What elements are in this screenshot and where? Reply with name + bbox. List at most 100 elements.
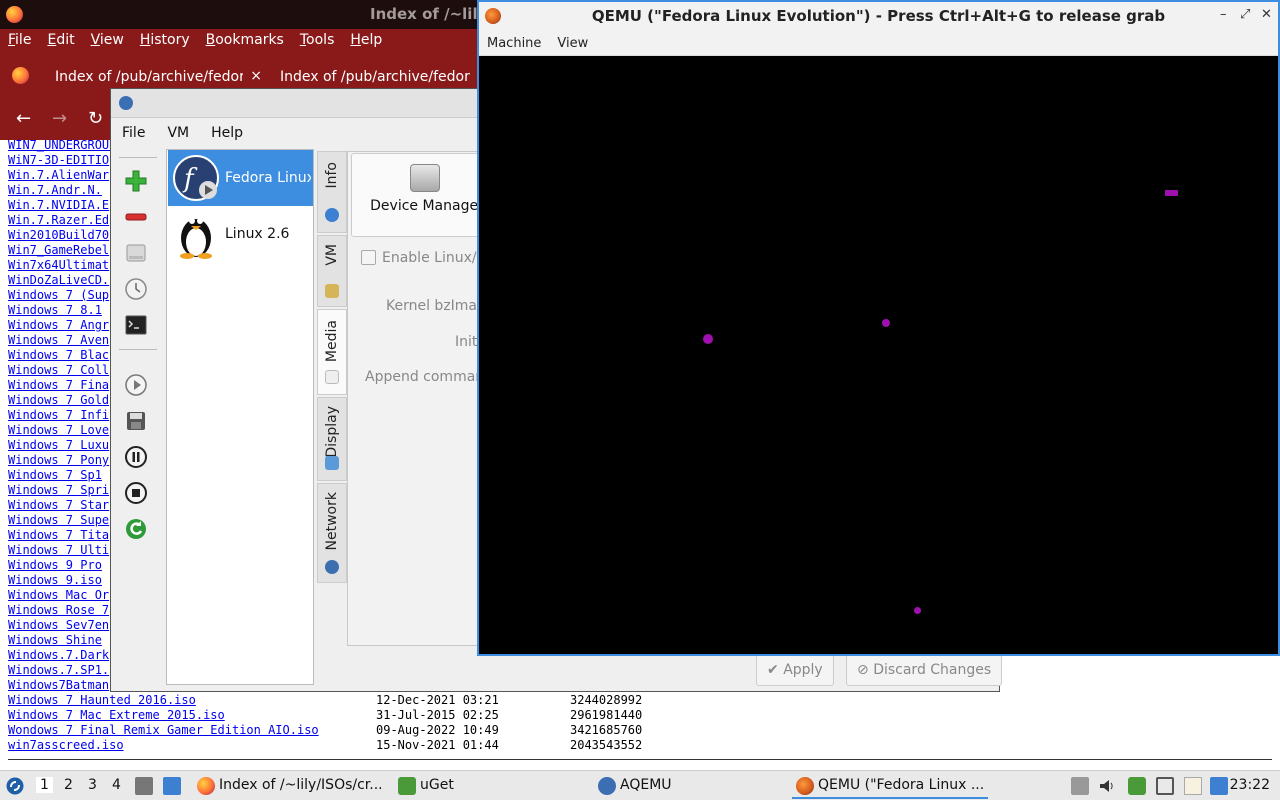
- file-link[interactable]: Windows 7 Tita: [8, 528, 109, 542]
- reset-icon[interactable]: [124, 517, 148, 541]
- network-icon[interactable]: [1156, 777, 1174, 795]
- menu-view[interactable]: View: [83, 29, 132, 54]
- apply-button[interactable]: ✔ Apply: [756, 654, 834, 686]
- show-desktop-icon[interactable]: [163, 777, 181, 795]
- enable-linux-boot-checkbox[interactable]: [361, 250, 376, 265]
- workspace-3[interactable]: 3: [88, 777, 97, 793]
- close-icon[interactable]: ✕: [1261, 7, 1272, 22]
- file-link[interactable]: Windows 7 Blac: [8, 348, 109, 362]
- play-icon[interactable]: [124, 373, 148, 397]
- add-vm-icon[interactable]: [124, 169, 148, 193]
- file-link[interactable]: Windows 7 Fina: [8, 378, 109, 392]
- file-link[interactable]: Windows.7.SP1.: [8, 663, 109, 677]
- file-manager-icon[interactable]: [135, 777, 153, 795]
- file-link[interactable]: Windows 9 Pro: [8, 558, 102, 572]
- file-link[interactable]: WinDoZaLiveCD.: [8, 273, 109, 287]
- file-link[interactable]: win7asscreed.iso: [8, 738, 124, 752]
- menu-view[interactable]: View: [549, 30, 596, 55]
- file-link[interactable]: Windows 9.iso: [8, 573, 102, 587]
- volume-icon[interactable]: [1098, 777, 1116, 795]
- task-aqemu[interactable]: AQEMU: [594, 773, 784, 799]
- minimize-icon[interactable]: –: [1220, 7, 1227, 22]
- file-link[interactable]: WiN7-3D-EDITIO: [8, 153, 109, 167]
- file-link[interactable]: Windows 7 Aven: [8, 333, 109, 347]
- terminal-icon[interactable]: [124, 313, 148, 337]
- workspace-2[interactable]: 2: [64, 777, 73, 793]
- task-qemu[interactable]: QEMU ("Fedora Linux ...: [792, 773, 988, 799]
- menu-vm[interactable]: VM: [156, 118, 200, 148]
- file-link[interactable]: Windows 7 Gold: [8, 393, 109, 407]
- tab-vm[interactable]: VM: [317, 235, 347, 307]
- tab-display[interactable]: Display: [317, 397, 347, 481]
- firefox-view-icon[interactable]: [12, 67, 29, 84]
- start-menu-icon[interactable]: [6, 777, 24, 795]
- remove-vm-icon[interactable]: [124, 205, 148, 229]
- menu-help[interactable]: Help: [200, 118, 254, 148]
- notes-icon[interactable]: [1184, 777, 1202, 795]
- file-link[interactable]: Windows 7 Haunted 2016.iso: [8, 693, 196, 707]
- file-link[interactable]: Windows 7 8.1: [8, 303, 102, 317]
- tab-info[interactable]: Info: [317, 151, 347, 233]
- workspace-1[interactable]: 1: [36, 777, 53, 793]
- file-link[interactable]: Windows 7 Star: [8, 498, 109, 512]
- vm-display[interactable]: [479, 56, 1278, 654]
- clipboard-icon[interactable]: [1071, 777, 1089, 795]
- file-link[interactable]: Windows.7.Dark: [8, 648, 109, 662]
- pause-icon[interactable]: [124, 445, 148, 469]
- file-link[interactable]: Windows 7 Love: [8, 423, 109, 437]
- file-link[interactable]: Windows Sev7en: [8, 618, 109, 632]
- menu-history[interactable]: History: [132, 29, 198, 54]
- hard-disk-icon[interactable]: [124, 241, 148, 265]
- workspace-4[interactable]: 4: [112, 777, 121, 793]
- file-link[interactable]: Windows 7 Angr: [8, 318, 109, 332]
- menu-tools[interactable]: Tools: [292, 29, 343, 54]
- task-uget[interactable]: uGet: [394, 773, 584, 799]
- file-link[interactable]: Windows 7 Pony: [8, 453, 109, 467]
- file-link[interactable]: Windows7Batman: [8, 678, 109, 692]
- menu-bookmarks[interactable]: Bookmarks: [198, 29, 292, 54]
- updates-icon[interactable]: [1210, 777, 1228, 795]
- menu-file[interactable]: File: [111, 118, 156, 148]
- menu-machine[interactable]: Machine: [479, 30, 549, 55]
- file-link[interactable]: Windows 7 Mac Extreme 2015.iso: [8, 708, 225, 722]
- qemu-titlebar[interactable]: QEMU ("Fedora Linux Evolution") - Press …: [479, 2, 1278, 30]
- file-link[interactable]: WIN7_UNDERGROUN: [8, 138, 116, 152]
- reload-icon[interactable]: ↻: [88, 108, 103, 129]
- vm-list-item-fedora[interactable]: f Fedora Linux Evolution: [168, 150, 313, 206]
- tab-media[interactable]: Media: [317, 309, 347, 395]
- file-link[interactable]: Windows 7 Ulti: [8, 543, 109, 557]
- menu-file[interactable]: File: [0, 29, 39, 54]
- tab-close-icon[interactable]: ×: [250, 68, 262, 84]
- file-link[interactable]: Win7_GameRebel: [8, 243, 109, 257]
- tab-network[interactable]: Network: [317, 483, 347, 583]
- file-link[interactable]: Windows Mac Or: [8, 588, 109, 602]
- save-icon[interactable]: [124, 409, 148, 433]
- file-link[interactable]: Win7x64Ultimat: [8, 258, 109, 272]
- file-link[interactable]: Win.7.AlienWar: [8, 168, 109, 182]
- back-arrow-icon[interactable]: ←: [16, 108, 31, 129]
- maximize-icon[interactable]: ⤢: [1240, 7, 1250, 22]
- task-firefox[interactable]: Index of /~lily/ISOs/cr...: [193, 773, 385, 799]
- file-link[interactable]: Windows 7 Spri: [8, 483, 109, 497]
- menu-help[interactable]: Help: [342, 29, 390, 54]
- file-link[interactable]: Windows 7 Coll: [8, 363, 109, 377]
- menu-edit[interactable]: Edit: [39, 29, 82, 54]
- file-link[interactable]: Win.7.Razer.Ed: [8, 213, 109, 227]
- file-link[interactable]: Win.7.Andr.N.: [8, 183, 102, 197]
- file-link[interactable]: Windows Rose 7: [8, 603, 109, 617]
- discard-changes-button[interactable]: ⊘ Discard Changes: [846, 654, 1003, 686]
- file-link[interactable]: Windows Shine: [8, 633, 102, 647]
- file-link[interactable]: Windows 7 Infi: [8, 408, 109, 422]
- file-link[interactable]: Win.7.NVIDIA.E: [8, 198, 109, 212]
- file-link[interactable]: Windows 7 Supe: [8, 513, 109, 527]
- file-link[interactable]: Windows 7 (Sup: [8, 288, 109, 302]
- file-link[interactable]: Windows 7 Sp1: [8, 468, 102, 482]
- file-link[interactable]: Win2010Build70: [8, 228, 109, 242]
- forward-arrow-icon[interactable]: →: [52, 108, 67, 129]
- vm-list-item-linux[interactable]: Linux 2.6: [168, 206, 313, 262]
- file-link[interactable]: Wondows 7 Final Remix Gamer Edition AIO.…: [8, 723, 319, 737]
- stop-icon[interactable]: [124, 481, 148, 505]
- clock-icon[interactable]: [124, 277, 148, 301]
- file-link[interactable]: Windows 7 Luxu: [8, 438, 109, 452]
- uget-tray-icon[interactable]: [1128, 777, 1146, 795]
